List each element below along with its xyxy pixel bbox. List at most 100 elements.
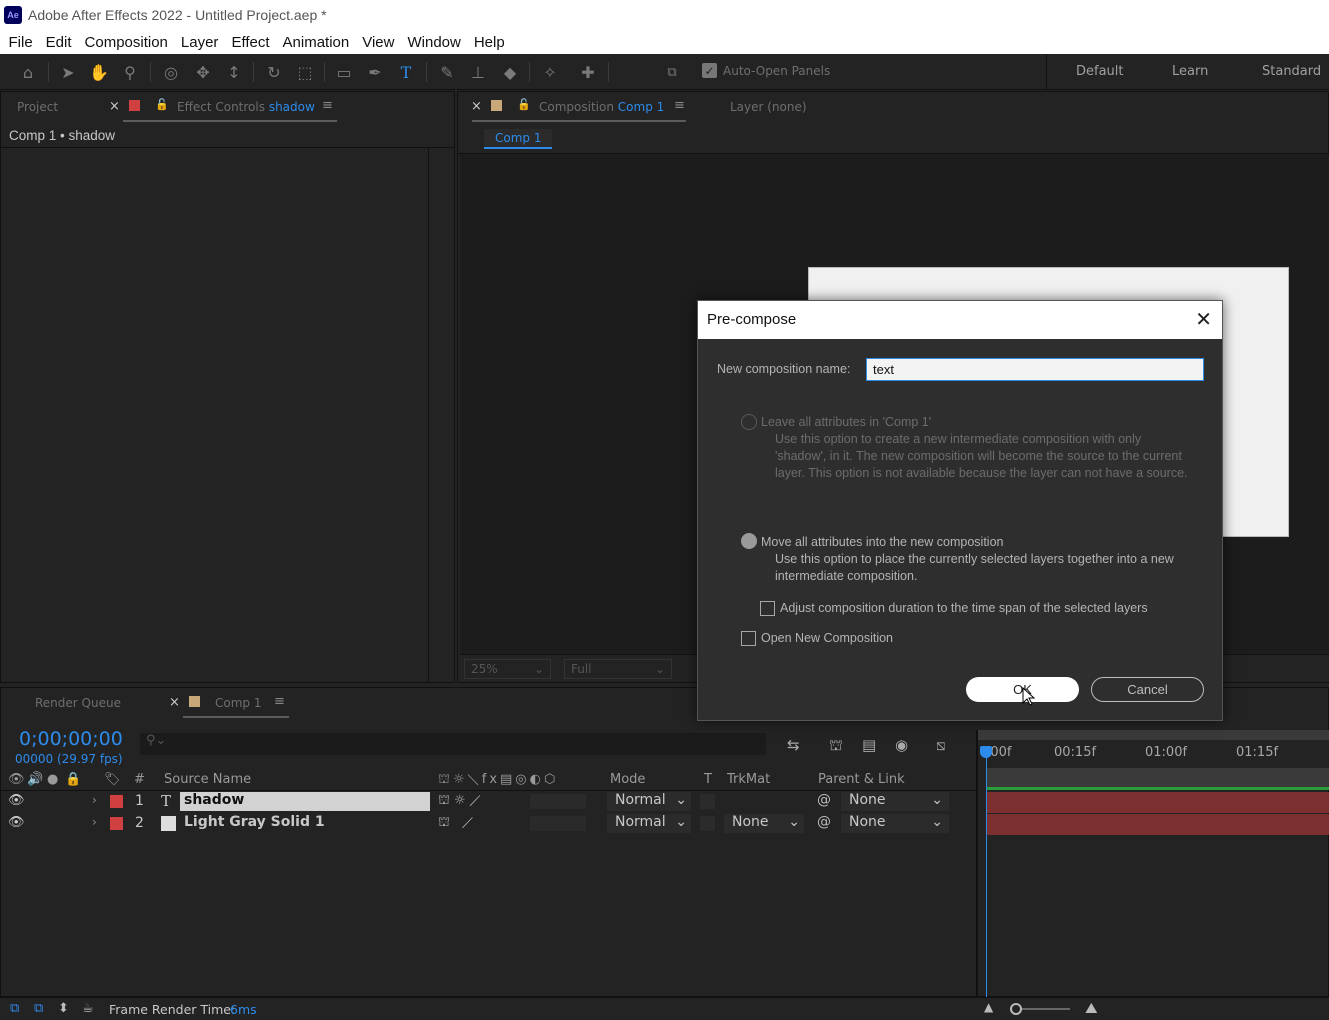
selection-tool-icon[interactable]: ➤	[56, 60, 80, 84]
auto-open-panels[interactable]: ✓ Auto-Open Panels	[702, 63, 830, 78]
tab-project[interactable]: Project	[17, 100, 58, 114]
adjust-duration-checkbox[interactable]	[760, 601, 775, 616]
render-time-toggle-icon[interactable]: ☕	[82, 1001, 94, 1016]
menu-animation[interactable]: Animation	[276, 34, 356, 51]
draft-3d-icon[interactable]: ⛫	[829, 736, 843, 756]
mode-dropdown[interactable]: Normal ⌄	[607, 814, 691, 833]
layer-duration-bar[interactable]	[986, 792, 1329, 813]
open-new-composition-checkbox[interactable]	[741, 631, 756, 646]
label-color-swatch[interactable]	[110, 795, 123, 808]
layer-row[interactable]: 👁 › 1 T shadow ⛫☼⟋ Normal ⌄ @ None ⌄	[0, 791, 976, 812]
rectangle-tool-icon[interactable]: ▭	[332, 60, 356, 84]
pan-behind-icon[interactable]: ⬚	[293, 60, 317, 84]
home-icon[interactable]: ⌂	[16, 60, 40, 84]
pick-whip-icon[interactable]: @	[817, 814, 831, 830]
panel-menu-icon[interactable]: ≡	[274, 694, 285, 709]
parent-dropdown[interactable]: None ⌄	[841, 792, 949, 811]
switch-boxes[interactable]	[530, 794, 586, 809]
close-icon[interactable]: ×	[169, 695, 180, 710]
tab-render-queue[interactable]: Render Queue	[35, 696, 121, 710]
composition-name-input[interactable]	[866, 358, 1204, 381]
switch-boxes[interactable]	[530, 816, 586, 831]
zoom-tool-icon[interactable]: ⚲	[118, 60, 142, 84]
composition-mini-flowchart-icon[interactable]: ⇆	[787, 736, 800, 754]
in-out-toggle-icon[interactable]: ⬍	[58, 1001, 69, 1016]
preserve-transparency-box[interactable]	[700, 794, 715, 809]
source-name-header[interactable]: Source Name	[164, 772, 251, 790]
current-time-indicator[interactable]	[986, 750, 987, 997]
preserve-transparency-box[interactable]	[700, 816, 715, 831]
zoom-in-icon[interactable]: ⛰	[1085, 999, 1098, 1017]
menu-file[interactable]: File	[2, 34, 39, 51]
hand-tool-icon[interactable]: ✋	[87, 60, 111, 84]
subtab-comp-1[interactable]: Comp 1	[484, 129, 553, 149]
workspace-default[interactable]: Default	[1076, 64, 1124, 79]
current-timecode[interactable]: 0;00;00;00	[19, 728, 123, 750]
panel-menu-icon[interactable]: ≡	[322, 98, 333, 113]
pick-whip-icon[interactable]: @	[817, 792, 831, 808]
panel-menu-icon[interactable]: ≡	[674, 98, 685, 113]
frame-blending-icon[interactable]: ◉	[895, 736, 908, 754]
dolly-camera-icon[interactable]: ↕	[222, 60, 246, 84]
parent-dropdown[interactable]: None ⌄	[841, 814, 949, 833]
menu-window[interactable]: Window	[401, 34, 467, 51]
brush-tool-icon[interactable]: ✎	[435, 60, 459, 84]
roto-brush-icon[interactable]: ✧	[538, 60, 562, 84]
transfer-controls-toggle-icon[interactable]: ⧉	[34, 1001, 43, 1016]
zoom-slider-thumb[interactable]	[1010, 1003, 1022, 1015]
menu-effect[interactable]: Effect	[225, 34, 276, 51]
pen-tool-icon[interactable]: ✒	[363, 60, 387, 84]
layer-switches-icons[interactable]: ⛫☼⟋	[438, 793, 485, 810]
layer-name-light-gray-solid[interactable]: Light Gray Solid 1	[180, 814, 430, 833]
workspace-learn[interactable]: Learn	[1172, 64, 1208, 79]
menu-composition[interactable]: Composition	[78, 34, 174, 51]
resolution-dropdown[interactable]: Full ⌄	[564, 659, 672, 679]
clone-stamp-icon[interactable]: ⊥	[466, 60, 490, 84]
eraser-icon[interactable]: ◆	[498, 60, 522, 84]
eye-icon[interactable]: 👁	[8, 793, 25, 808]
workspace-standard[interactable]: Standard	[1262, 64, 1321, 79]
menu-view[interactable]: View	[356, 34, 401, 51]
mode-dropdown[interactable]: Normal ⌄	[607, 792, 691, 811]
close-icon[interactable]: ×	[109, 99, 120, 114]
chevron-right-icon[interactable]: ›	[92, 793, 97, 807]
open-new-composition-label: Open New Composition	[761, 631, 894, 645]
close-icon[interactable]: ×	[471, 99, 482, 114]
tab-timeline-comp[interactable]: Comp 1	[215, 696, 261, 710]
menu-edit[interactable]: Edit	[39, 34, 78, 51]
chevron-right-icon[interactable]: ›	[92, 815, 97, 829]
layer-switches-icons[interactable]: ⛫ ⟋	[438, 815, 477, 832]
tab-effect-controls[interactable]: Effect Controls shadow	[177, 100, 315, 114]
eye-icon[interactable]: 👁	[8, 815, 25, 830]
layer-row[interactable]: 👁 › 2 Light Gray Solid 1 ⛫ ⟋ Normal ⌄ No…	[0, 813, 976, 834]
radio-leave-attributes[interactable]	[741, 414, 757, 430]
rotate-tool-icon[interactable]: ↻	[262, 60, 286, 84]
work-area-bar[interactable]	[986, 768, 1329, 788]
pan-camera-icon[interactable]: ✥	[191, 60, 215, 84]
snapping-icon[interactable]: ⧉	[660, 60, 684, 84]
graph-editor-icon[interactable]: ⧅	[936, 736, 946, 754]
checkbox-checked-icon[interactable]: ✓	[702, 63, 717, 78]
lock-icon[interactable]: 🔓	[517, 98, 531, 111]
layer-duration-bar[interactable]	[986, 814, 1329, 835]
timeline-search-input[interactable]: ⚲⌄	[140, 733, 766, 755]
zoom-dropdown[interactable]: 25% ⌄	[464, 659, 551, 679]
hide-shy-layers-icon[interactable]: ▤	[862, 736, 876, 754]
puppet-pin-icon[interactable]: ✚	[576, 60, 600, 84]
radio-move-attributes[interactable]	[741, 533, 757, 549]
zoom-out-icon[interactable]: ▲	[984, 1000, 993, 1014]
close-icon[interactable]: ✕	[1195, 307, 1212, 331]
label-color-swatch[interactable]	[110, 817, 123, 830]
time-navigator-bar[interactable]	[978, 730, 1329, 740]
lock-icon[interactable]: 🔓	[155, 98, 169, 111]
tab-composition[interactable]: Composition Comp 1	[539, 100, 664, 114]
type-tool-icon[interactable]: T	[394, 60, 418, 84]
tab-layer[interactable]: Layer (none)	[730, 100, 807, 114]
orbit-camera-icon[interactable]: ◎	[159, 60, 183, 84]
cancel-button[interactable]: Cancel	[1091, 677, 1204, 702]
layer-name-shadow[interactable]: shadow	[180, 792, 430, 811]
menu-help[interactable]: Help	[467, 34, 511, 51]
menu-layer[interactable]: Layer	[174, 34, 225, 51]
trkmat-dropdown[interactable]: None ⌄	[724, 814, 804, 833]
layer-switches-toggle-icon[interactable]: ⧉	[10, 1001, 19, 1016]
